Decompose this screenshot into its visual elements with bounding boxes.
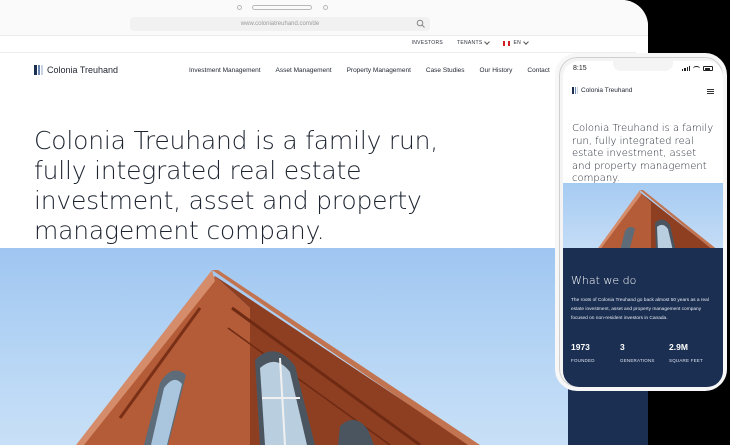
canada-flag-icon: [503, 40, 511, 46]
stat-square-feet: 2.9M SQUARE FEET: [669, 342, 718, 363]
nav-contact[interactable]: Contact: [527, 67, 549, 74]
mobile-brand-name: Colonia Treuhand: [581, 87, 633, 94]
tenants-dropdown[interactable]: TENANTS: [457, 39, 491, 46]
phone-device: 8:15 Colonia Treuhand Colonia Treuhand i…: [555, 53, 727, 391]
status-icons: [682, 66, 713, 71]
section-body: The roots of Colonia Treuhand go back al…: [571, 298, 709, 321]
nav-investment-management[interactable]: Investment Management: [189, 67, 261, 74]
divider: [0, 52, 636, 53]
language-label: EN: [513, 40, 521, 46]
investors-label: INVESTORS: [411, 40, 444, 46]
language-dropdown[interactable]: EN: [503, 39, 529, 46]
stat-label: FOUNDED: [571, 358, 595, 363]
browser-chrome: www.coloniatreuhand.com/de: [0, 0, 648, 36]
phone-notch: [613, 61, 673, 71]
stat-generations: 3 GENERATIONS: [620, 342, 669, 363]
stat-value: 2.9M: [669, 342, 688, 352]
investors-link[interactable]: INVESTORS: [412, 40, 444, 46]
address-bar[interactable]: www.coloniatreuhand.com/de: [130, 17, 430, 31]
chevron-down-icon: [523, 39, 529, 45]
mobile-hero-headline: Colonia Treuhand is a family run, fully …: [572, 123, 714, 184]
nav-asset-management[interactable]: Asset Management: [276, 67, 332, 74]
stat-value: 3: [620, 342, 625, 352]
utility-nav: INVESTORS TENANTS EN: [412, 39, 529, 46]
what-we-do-section: What we do The roots of Colonia Treuhand…: [563, 248, 723, 387]
camera-dot: [237, 5, 242, 10]
logo-mark-icon: [572, 87, 578, 94]
section-title: What we do: [571, 274, 637, 287]
signal-icon: [682, 66, 690, 71]
nav-property-management[interactable]: Property Management: [347, 67, 411, 74]
wifi-icon: [693, 66, 700, 71]
stats-row: 1973 FOUNDED 3 GENERATIONS 2.9M SQUARE F…: [571, 342, 718, 363]
logo-mark-icon: [34, 65, 43, 75]
mobile-building-image: [563, 183, 723, 251]
camera-dot: [323, 5, 328, 10]
url-text: www.coloniatreuhand.com/de: [240, 21, 320, 27]
mobile-brand-logo[interactable]: Colonia Treuhand: [572, 87, 632, 94]
status-time: 8:15: [573, 65, 587, 72]
hero-headline: Colonia Treuhand is a family run, fully …: [34, 126, 439, 245]
hamburger-menu-icon[interactable]: [707, 89, 714, 94]
mobile-brick-building: [596, 190, 719, 251]
tablet-device: www.coloniatreuhand.com/de INVESTORS TEN…: [0, 0, 648, 445]
stat-label: SQUARE FEET: [669, 358, 703, 363]
main-nav: Investment Management Asset Management P…: [189, 67, 550, 74]
hero-building-image: [0, 248, 636, 445]
tenants-label: TENANTS: [457, 40, 483, 46]
brand-logo[interactable]: Colonia Treuhand: [34, 65, 118, 75]
speaker-slot: [252, 5, 312, 10]
website: INVESTORS TENANTS EN Colonia Treuhand In…: [0, 36, 636, 445]
brick-building-illustration: [76, 270, 480, 445]
search-icon[interactable]: [416, 19, 426, 29]
stat-label: GENERATIONS: [620, 358, 655, 363]
nav-our-history[interactable]: Our History: [480, 67, 513, 74]
stat-value: 1973: [571, 342, 590, 352]
battery-icon: [703, 66, 713, 71]
brand-name: Colonia Treuhand: [47, 65, 119, 75]
phone-screen: 8:15 Colonia Treuhand Colonia Treuhand i…: [563, 61, 723, 387]
stat-founded: 1973 FOUNDED: [571, 342, 620, 363]
chevron-down-icon: [484, 39, 491, 45]
nav-case-studies[interactable]: Case Studies: [426, 67, 465, 74]
